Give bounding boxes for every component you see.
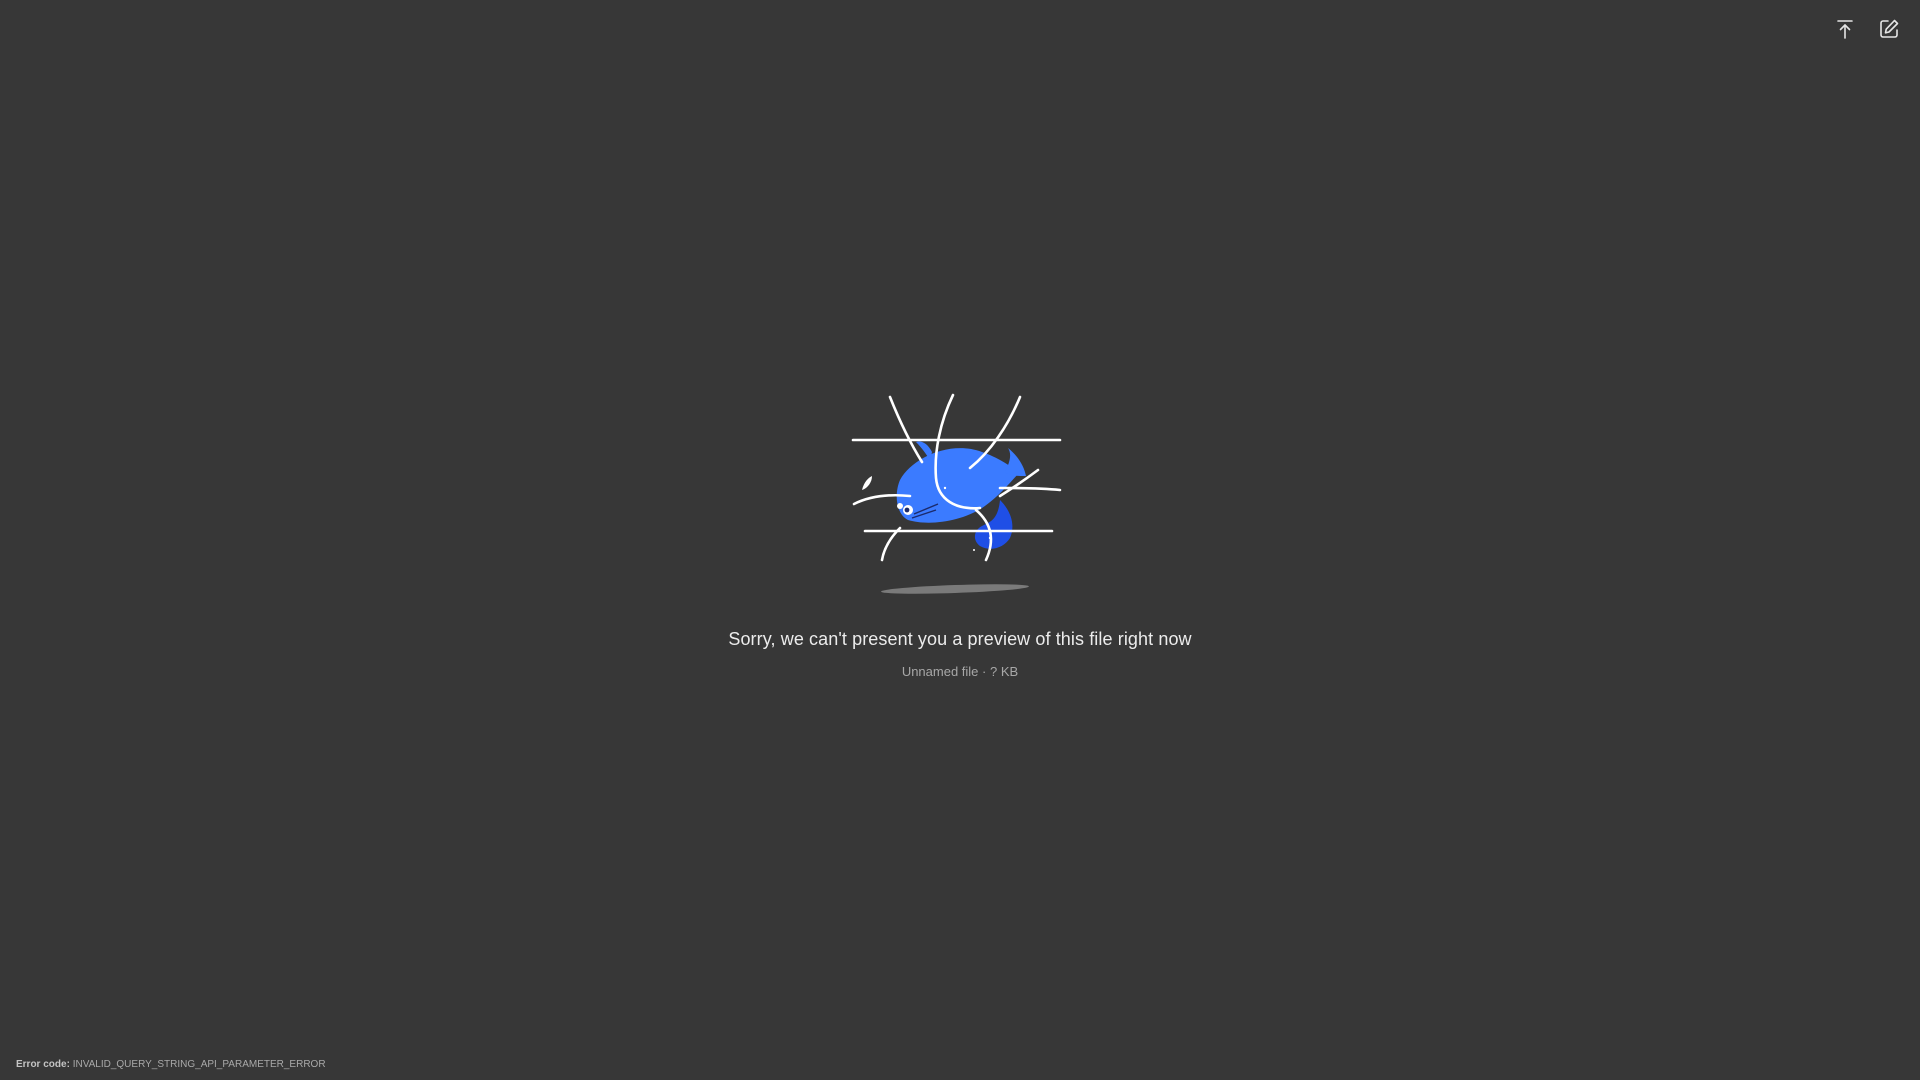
preview-error-panel: Sorry, we can't present you a preview of… bbox=[0, 392, 1920, 680]
file-info: Unnamed file · ? KB bbox=[902, 664, 1018, 680]
top-toolbar bbox=[1830, 14, 1904, 44]
error-code-value: INVALID_QUERY_STRING_API_PARAMETER_ERROR bbox=[72, 1059, 326, 1070]
error-code-label: Error code: bbox=[16, 1059, 70, 1070]
upload-button[interactable] bbox=[1830, 14, 1860, 44]
arrow-up-to-line-icon bbox=[1837, 20, 1853, 39]
caught-in-net-fish-illustration bbox=[851, 393, 1062, 594]
edit-square-icon bbox=[1880, 19, 1899, 38]
file-name: Unnamed file bbox=[901, 664, 979, 679]
preview-error-message: Sorry, we can't present you a preview of… bbox=[728, 629, 1192, 649]
file-info-separator: · bbox=[978, 664, 990, 679]
error-code-line: Error code: INVALID_QUERY_STRING_API_PAR… bbox=[16, 1059, 326, 1070]
file-size: ? KB bbox=[989, 664, 1019, 679]
edit-button[interactable] bbox=[1874, 14, 1904, 44]
